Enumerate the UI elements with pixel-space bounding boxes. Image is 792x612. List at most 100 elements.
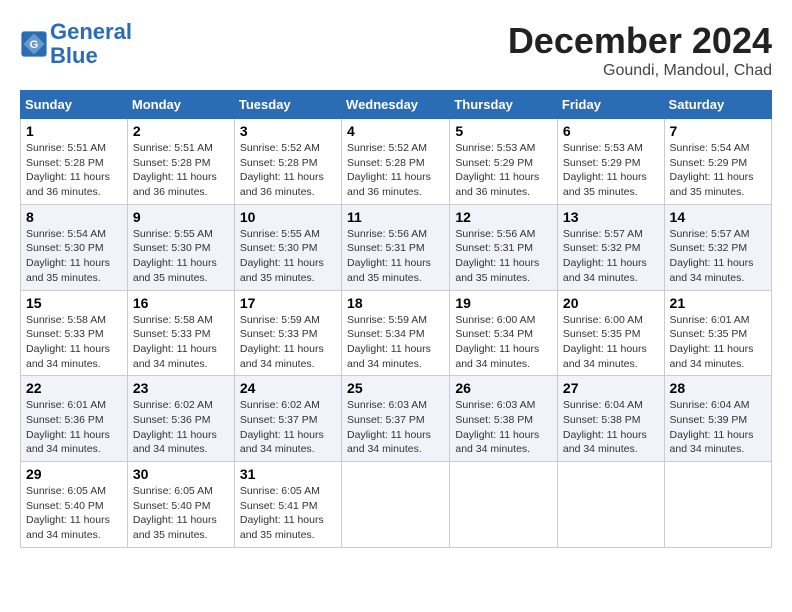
daylight-label: Daylight: 11 hours and 34 minutes. [26, 514, 110, 541]
sunset-label: Sunset: 5:33 PM [133, 328, 211, 340]
day-number: 27 [563, 380, 659, 396]
calendar-day-cell: 14 Sunrise: 5:57 AM Sunset: 5:32 PM Dayl… [664, 204, 771, 290]
calendar-day-cell: 2 Sunrise: 5:51 AM Sunset: 5:28 PM Dayli… [127, 119, 234, 205]
calendar-day-cell: 18 Sunrise: 5:59 AM Sunset: 5:34 PM Dayl… [342, 290, 450, 376]
calendar-table: SundayMondayTuesdayWednesdayThursdayFrid… [20, 90, 772, 548]
calendar-day-cell: 10 Sunrise: 5:55 AM Sunset: 5:30 PM Dayl… [234, 204, 341, 290]
daylight-label: Daylight: 11 hours and 36 minutes. [240, 171, 324, 198]
day-number: 21 [670, 295, 766, 311]
daylight-label: Daylight: 11 hours and 34 minutes. [240, 343, 324, 370]
day-info: Sunrise: 5:57 AM Sunset: 5:32 PM Dayligh… [670, 227, 766, 286]
weekday-header-cell: Wednesday [342, 91, 450, 119]
sunset-label: Sunset: 5:35 PM [670, 328, 748, 340]
calendar-week-row: 8 Sunrise: 5:54 AM Sunset: 5:30 PM Dayli… [21, 204, 772, 290]
weekday-header-cell: Friday [557, 91, 664, 119]
calendar-day-cell: 5 Sunrise: 5:53 AM Sunset: 5:29 PM Dayli… [450, 119, 558, 205]
daylight-label: Daylight: 11 hours and 34 minutes. [133, 429, 217, 456]
daylight-label: Daylight: 11 hours and 34 minutes. [670, 257, 754, 284]
daylight-label: Daylight: 11 hours and 35 minutes. [347, 257, 431, 284]
sunrise-label: Sunrise: 5:55 AM [240, 228, 320, 240]
sunrise-label: Sunrise: 5:52 AM [240, 142, 320, 154]
day-info: Sunrise: 5:52 AM Sunset: 5:28 PM Dayligh… [240, 141, 336, 200]
sunset-label: Sunset: 5:34 PM [455, 328, 533, 340]
day-info: Sunrise: 6:05 AM Sunset: 5:41 PM Dayligh… [240, 484, 336, 543]
sunrise-label: Sunrise: 6:02 AM [240, 399, 320, 411]
sunrise-label: Sunrise: 6:03 AM [455, 399, 535, 411]
sunset-label: Sunset: 5:37 PM [347, 414, 425, 426]
calendar-day-cell: 30 Sunrise: 6:05 AM Sunset: 5:40 PM Dayl… [127, 462, 234, 548]
daylight-label: Daylight: 11 hours and 35 minutes. [455, 257, 539, 284]
day-info: Sunrise: 6:02 AM Sunset: 5:37 PM Dayligh… [240, 398, 336, 457]
sunset-label: Sunset: 5:36 PM [133, 414, 211, 426]
day-info: Sunrise: 5:59 AM Sunset: 5:34 PM Dayligh… [347, 313, 444, 372]
day-number: 3 [240, 123, 336, 139]
day-number: 2 [133, 123, 229, 139]
sunrise-label: Sunrise: 5:52 AM [347, 142, 427, 154]
sunrise-label: Sunrise: 5:51 AM [133, 142, 213, 154]
day-info: Sunrise: 5:55 AM Sunset: 5:30 PM Dayligh… [133, 227, 229, 286]
day-number: 18 [347, 295, 444, 311]
day-info: Sunrise: 5:59 AM Sunset: 5:33 PM Dayligh… [240, 313, 336, 372]
calendar-day-cell: 31 Sunrise: 6:05 AM Sunset: 5:41 PM Dayl… [234, 462, 341, 548]
calendar-day-cell: 22 Sunrise: 6:01 AM Sunset: 5:36 PM Dayl… [21, 376, 128, 462]
calendar-day-cell: 25 Sunrise: 6:03 AM Sunset: 5:37 PM Dayl… [342, 376, 450, 462]
logo-icon: G [20, 30, 48, 58]
daylight-label: Daylight: 11 hours and 36 minutes. [133, 171, 217, 198]
sunset-label: Sunset: 5:28 PM [133, 157, 211, 169]
title-block: December 2024 Goundi, Mandoul, Chad [508, 20, 772, 80]
daylight-label: Daylight: 11 hours and 35 minutes. [133, 514, 217, 541]
day-info: Sunrise: 6:04 AM Sunset: 5:38 PM Dayligh… [563, 398, 659, 457]
calendar-day-cell: 1 Sunrise: 5:51 AM Sunset: 5:28 PM Dayli… [21, 119, 128, 205]
day-number: 11 [347, 209, 444, 225]
day-info: Sunrise: 5:51 AM Sunset: 5:28 PM Dayligh… [133, 141, 229, 200]
sunset-label: Sunset: 5:38 PM [455, 414, 533, 426]
day-number: 19 [455, 295, 552, 311]
sunrise-label: Sunrise: 5:58 AM [26, 314, 106, 326]
weekday-header-cell: Monday [127, 91, 234, 119]
sunrise-label: Sunrise: 6:02 AM [133, 399, 213, 411]
calendar-day-cell: 9 Sunrise: 5:55 AM Sunset: 5:30 PM Dayli… [127, 204, 234, 290]
day-info: Sunrise: 5:54 AM Sunset: 5:29 PM Dayligh… [670, 141, 766, 200]
month-title: December 2024 [508, 20, 772, 62]
logo: G General Blue [20, 20, 132, 68]
daylight-label: Daylight: 11 hours and 34 minutes. [670, 343, 754, 370]
day-number: 1 [26, 123, 122, 139]
day-info: Sunrise: 6:05 AM Sunset: 5:40 PM Dayligh… [133, 484, 229, 543]
sunset-label: Sunset: 5:36 PM [26, 414, 104, 426]
calendar-day-cell: 15 Sunrise: 5:58 AM Sunset: 5:33 PM Dayl… [21, 290, 128, 376]
day-number: 20 [563, 295, 659, 311]
calendar-day-cell: 3 Sunrise: 5:52 AM Sunset: 5:28 PM Dayli… [234, 119, 341, 205]
day-number: 25 [347, 380, 444, 396]
location-title: Goundi, Mandoul, Chad [508, 62, 772, 80]
sunrise-label: Sunrise: 5:55 AM [133, 228, 213, 240]
sunset-label: Sunset: 5:31 PM [347, 242, 425, 254]
calendar-body: 1 Sunrise: 5:51 AM Sunset: 5:28 PM Dayli… [21, 119, 772, 548]
calendar-day-cell: 13 Sunrise: 5:57 AM Sunset: 5:32 PM Dayl… [557, 204, 664, 290]
calendar-day-cell: 19 Sunrise: 6:00 AM Sunset: 5:34 PM Dayl… [450, 290, 558, 376]
sunrise-label: Sunrise: 5:59 AM [240, 314, 320, 326]
calendar-day-cell [450, 462, 558, 548]
calendar-day-cell: 12 Sunrise: 5:56 AM Sunset: 5:31 PM Dayl… [450, 204, 558, 290]
day-number: 15 [26, 295, 122, 311]
daylight-label: Daylight: 11 hours and 35 minutes. [26, 257, 110, 284]
day-number: 30 [133, 466, 229, 482]
sunrise-label: Sunrise: 5:57 AM [563, 228, 643, 240]
day-info: Sunrise: 5:58 AM Sunset: 5:33 PM Dayligh… [133, 313, 229, 372]
day-info: Sunrise: 5:51 AM Sunset: 5:28 PM Dayligh… [26, 141, 122, 200]
day-number: 8 [26, 209, 122, 225]
calendar-day-cell: 27 Sunrise: 6:04 AM Sunset: 5:38 PM Dayl… [557, 376, 664, 462]
sunset-label: Sunset: 5:28 PM [347, 157, 425, 169]
calendar-day-cell [342, 462, 450, 548]
calendar-day-cell: 4 Sunrise: 5:52 AM Sunset: 5:28 PM Dayli… [342, 119, 450, 205]
calendar-day-cell: 8 Sunrise: 5:54 AM Sunset: 5:30 PM Dayli… [21, 204, 128, 290]
day-info: Sunrise: 6:04 AM Sunset: 5:39 PM Dayligh… [670, 398, 766, 457]
daylight-label: Daylight: 11 hours and 34 minutes. [347, 343, 431, 370]
daylight-label: Daylight: 11 hours and 34 minutes. [240, 429, 324, 456]
calendar-week-row: 22 Sunrise: 6:01 AM Sunset: 5:36 PM Dayl… [21, 376, 772, 462]
sunset-label: Sunset: 5:40 PM [133, 500, 211, 512]
weekday-header-row: SundayMondayTuesdayWednesdayThursdayFrid… [21, 91, 772, 119]
daylight-label: Daylight: 11 hours and 35 minutes. [240, 257, 324, 284]
daylight-label: Daylight: 11 hours and 34 minutes. [563, 257, 647, 284]
day-number: 24 [240, 380, 336, 396]
sunset-label: Sunset: 5:30 PM [240, 242, 318, 254]
